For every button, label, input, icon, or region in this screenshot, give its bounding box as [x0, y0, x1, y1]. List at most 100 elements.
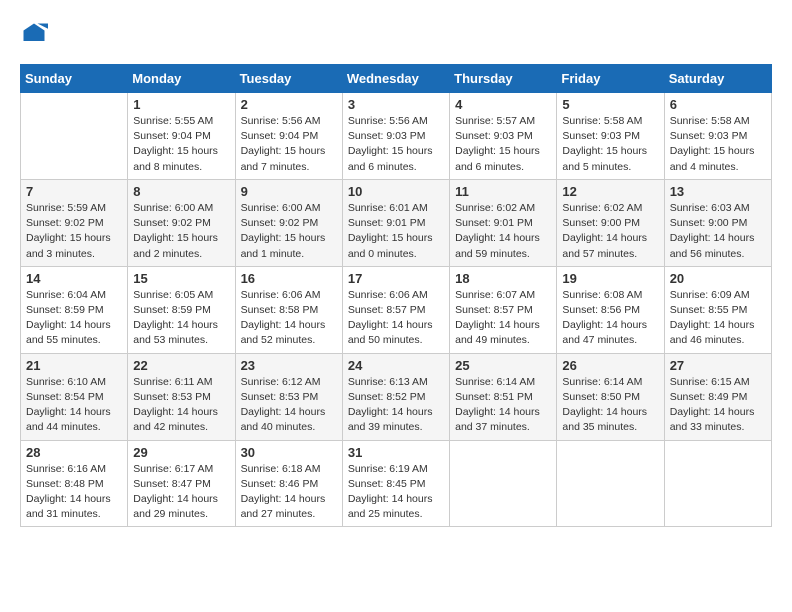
page-header — [20, 20, 772, 48]
day-number: 12 — [562, 184, 658, 199]
day-number: 21 — [26, 358, 122, 373]
day-number: 15 — [133, 271, 229, 286]
day-info: Sunrise: 6:06 AMSunset: 8:58 PMDaylight:… — [241, 288, 337, 349]
calendar-cell: 25 Sunrise: 6:14 AMSunset: 8:51 PMDayligh… — [450, 353, 557, 440]
day-info: Sunrise: 6:03 AMSunset: 9:00 PMDaylight:… — [670, 201, 766, 262]
calendar-cell: 27 Sunrise: 6:15 AMSunset: 8:49 PMDayligh… — [664, 353, 771, 440]
day-number: 11 — [455, 184, 551, 199]
day-number: 27 — [670, 358, 766, 373]
day-number: 25 — [455, 358, 551, 373]
day-info: Sunrise: 6:08 AMSunset: 8:56 PMDaylight:… — [562, 288, 658, 349]
calendar-cell: 20Sunrise: 6:09 AMSunset: 8:55 PMDayligh… — [664, 266, 771, 353]
day-number: 26 — [562, 358, 658, 373]
calendar-cell: 6 Sunrise: 5:58 AMSunset: 9:03 PMDaylight… — [664, 93, 771, 180]
day-number: 24 — [348, 358, 444, 373]
calendar-cell: 29 Sunrise: 6:17 AMSunset: 8:47 PMDayligh… — [128, 440, 235, 527]
calendar-cell: 2 Sunrise: 5:56 AMSunset: 9:04 PMDaylight… — [235, 93, 342, 180]
day-of-week-tuesday: Tuesday — [235, 65, 342, 93]
day-info: Sunrise: 6:04 AMSunset: 8:59 PMDaylight:… — [26, 288, 122, 349]
day-info: Sunrise: 6:02 AMSunset: 9:00 PMDaylight:… — [562, 201, 658, 262]
calendar-cell: 19 Sunrise: 6:08 AMSunset: 8:56 PMDayligh… — [557, 266, 664, 353]
day-of-week-monday: Monday — [128, 65, 235, 93]
logo — [20, 20, 52, 48]
calendar-cell: 16Sunrise: 6:06 AMSunset: 8:58 PMDayligh… — [235, 266, 342, 353]
day-number: 30 — [241, 445, 337, 460]
day-number: 29 — [133, 445, 229, 460]
calendar-cell: 17 Sunrise: 6:06 AMSunset: 8:57 PMDayligh… — [342, 266, 449, 353]
day-of-week-sunday: Sunday — [21, 65, 128, 93]
calendar-week-3: 14Sunrise: 6:04 AMSunset: 8:59 PMDayligh… — [21, 266, 772, 353]
calendar-cell: 3Sunrise: 5:56 AMSunset: 9:03 PMDaylight… — [342, 93, 449, 180]
day-info: Sunrise: 6:14 AMSunset: 8:50 PMDaylight:… — [562, 375, 658, 436]
calendar-cell: 22 Sunrise: 6:11 AMSunset: 8:53 PMDayligh… — [128, 353, 235, 440]
calendar-cell: 7 Sunrise: 5:59 AMSunset: 9:02 PMDaylight… — [21, 179, 128, 266]
day-number: 10 — [348, 184, 444, 199]
day-info: Sunrise: 6:07 AMSunset: 8:57 PMDaylight:… — [455, 288, 551, 349]
day-of-week-thursday: Thursday — [450, 65, 557, 93]
calendar-cell: 18 Sunrise: 6:07 AMSunset: 8:57 PMDayligh… — [450, 266, 557, 353]
day-info: Sunrise: 6:06 AMSunset: 8:57 PMDaylight:… — [348, 288, 444, 349]
day-info: Sunrise: 6:12 AMSunset: 8:53 PMDaylight:… — [241, 375, 337, 436]
day-number: 28 — [26, 445, 122, 460]
calendar-cell: 1 Sunrise: 5:55 AMSunset: 9:04 PMDaylight… — [128, 93, 235, 180]
day-number: 3 — [348, 97, 444, 112]
day-info: Sunrise: 6:18 AMSunset: 8:46 PMDaylight:… — [241, 462, 337, 523]
day-number: 18 — [455, 271, 551, 286]
calendar-cell: 11 Sunrise: 6:02 AMSunset: 9:01 PMDayligh… — [450, 179, 557, 266]
day-info: Sunrise: 5:55 AMSunset: 9:04 PMDaylight:… — [133, 114, 229, 175]
day-info: Sunrise: 6:01 AMSunset: 9:01 PMDaylight:… — [348, 201, 444, 262]
day-number: 22 — [133, 358, 229, 373]
day-info: Sunrise: 6:15 AMSunset: 8:49 PMDaylight:… — [670, 375, 766, 436]
calendar-week-1: 1 Sunrise: 5:55 AMSunset: 9:04 PMDaylight… — [21, 93, 772, 180]
day-info: Sunrise: 5:56 AMSunset: 9:04 PMDaylight:… — [241, 114, 337, 175]
day-info: Sunrise: 6:05 AMSunset: 8:59 PMDaylight:… — [133, 288, 229, 349]
day-info: Sunrise: 6:00 AMSunset: 9:02 PMDaylight:… — [133, 201, 229, 262]
day-info: Sunrise: 6:10 AMSunset: 8:54 PMDaylight:… — [26, 375, 122, 436]
calendar-cell — [450, 440, 557, 527]
calendar-cell: 23Sunrise: 6:12 AMSunset: 8:53 PMDayligh… — [235, 353, 342, 440]
day-info: Sunrise: 6:11 AMSunset: 8:53 PMDaylight:… — [133, 375, 229, 436]
day-info: Sunrise: 5:57 AMSunset: 9:03 PMDaylight:… — [455, 114, 551, 175]
day-number: 8 — [133, 184, 229, 199]
calendar-cell: 9 Sunrise: 6:00 AMSunset: 9:02 PMDaylight… — [235, 179, 342, 266]
day-info: Sunrise: 5:58 AMSunset: 9:03 PMDaylight:… — [670, 114, 766, 175]
calendar-cell: 26 Sunrise: 6:14 AMSunset: 8:50 PMDayligh… — [557, 353, 664, 440]
day-number: 2 — [241, 97, 337, 112]
calendar-cell: 4 Sunrise: 5:57 AMSunset: 9:03 PMDaylight… — [450, 93, 557, 180]
day-info: Sunrise: 6:13 AMSunset: 8:52 PMDaylight:… — [348, 375, 444, 436]
calendar-cell: 28 Sunrise: 6:16 AMSunset: 8:48 PMDayligh… — [21, 440, 128, 527]
day-number: 19 — [562, 271, 658, 286]
day-number: 1 — [133, 97, 229, 112]
calendar-cell: 24 Sunrise: 6:13 AMSunset: 8:52 PMDayligh… — [342, 353, 449, 440]
logo-icon — [20, 20, 48, 48]
calendar-week-2: 7 Sunrise: 5:59 AMSunset: 9:02 PMDaylight… — [21, 179, 772, 266]
calendar-header: SundayMondayTuesdayWednesdayThursdayFrid… — [21, 65, 772, 93]
day-info: Sunrise: 6:14 AMSunset: 8:51 PMDaylight:… — [455, 375, 551, 436]
day-number: 5 — [562, 97, 658, 112]
day-info: Sunrise: 5:59 AMSunset: 9:02 PMDaylight:… — [26, 201, 122, 262]
day-number: 7 — [26, 184, 122, 199]
day-info: Sunrise: 6:02 AMSunset: 9:01 PMDaylight:… — [455, 201, 551, 262]
days-of-week-row: SundayMondayTuesdayWednesdayThursdayFrid… — [21, 65, 772, 93]
day-info: Sunrise: 6:00 AMSunset: 9:02 PMDaylight:… — [241, 201, 337, 262]
day-number: 17 — [348, 271, 444, 286]
calendar-cell: 13 Sunrise: 6:03 AMSunset: 9:00 PMDayligh… — [664, 179, 771, 266]
day-info: Sunrise: 6:16 AMSunset: 8:48 PMDaylight:… — [26, 462, 122, 523]
day-info: Sunrise: 6:19 AMSunset: 8:45 PMDaylight:… — [348, 462, 444, 523]
day-of-week-saturday: Saturday — [664, 65, 771, 93]
day-number: 4 — [455, 97, 551, 112]
calendar-cell: 5Sunrise: 5:58 AMSunset: 9:03 PMDaylight… — [557, 93, 664, 180]
day-number: 6 — [670, 97, 766, 112]
calendar-week-4: 21 Sunrise: 6:10 AMSunset: 8:54 PMDayligh… — [21, 353, 772, 440]
calendar-cell — [557, 440, 664, 527]
calendar-cell: 30 Sunrise: 6:18 AMSunset: 8:46 PMDayligh… — [235, 440, 342, 527]
calendar-cell: 31Sunrise: 6:19 AMSunset: 8:45 PMDayligh… — [342, 440, 449, 527]
day-info: Sunrise: 6:17 AMSunset: 8:47 PMDaylight:… — [133, 462, 229, 523]
day-number: 13 — [670, 184, 766, 199]
day-number: 9 — [241, 184, 337, 199]
day-number: 20 — [670, 271, 766, 286]
day-of-week-wednesday: Wednesday — [342, 65, 449, 93]
calendar-body: 1 Sunrise: 5:55 AMSunset: 9:04 PMDaylight… — [21, 93, 772, 527]
calendar-cell: 21 Sunrise: 6:10 AMSunset: 8:54 PMDayligh… — [21, 353, 128, 440]
day-of-week-friday: Friday — [557, 65, 664, 93]
